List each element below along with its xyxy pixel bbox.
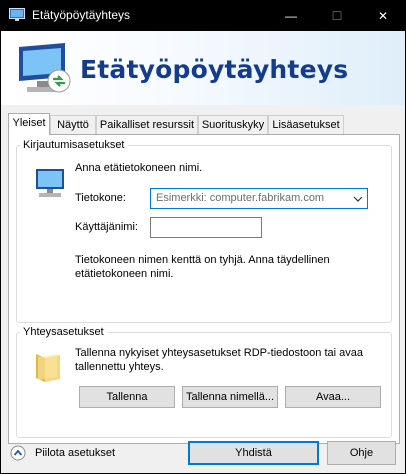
tab-naytto[interactable]: Näyttö bbox=[50, 115, 96, 134]
login-settings-group: Kirjautumisasetukset Anna etätietokoneen… bbox=[16, 139, 392, 323]
tab-panel-yleiset: Kirjautumisasetukset Anna etätietokoneen… bbox=[8, 134, 400, 444]
close-button[interactable]: ✕ bbox=[360, 0, 406, 31]
tab-yleiset[interactable]: Yleiset bbox=[8, 113, 50, 135]
tab-suorituskyky[interactable]: Suorituskyky bbox=[198, 115, 268, 134]
username-input[interactable] bbox=[150, 217, 262, 238]
maximize-button[interactable]: ☐ bbox=[314, 0, 360, 31]
username-label: Käyttäjänimi: bbox=[75, 221, 138, 233]
computer-input-placeholder: Esimerkki: computer.fabrikam.com bbox=[156, 192, 325, 204]
minimize-icon: — bbox=[285, 8, 297, 23]
computer-name-hint: Tietokoneen nimen kenttä on tyhjä. Anna … bbox=[75, 254, 330, 280]
save-button[interactable]: Tallenna bbox=[79, 386, 175, 408]
computer-icon bbox=[36, 169, 64, 197]
connection-description: Tallenna nykyiset yhteysasetukset RDP-ti… bbox=[75, 347, 363, 373]
maximize-icon: ☐ bbox=[331, 8, 343, 23]
close-icon: ✕ bbox=[377, 8, 389, 23]
open-button[interactable]: Avaa... bbox=[285, 386, 381, 408]
help-button[interactable]: Ohje bbox=[327, 441, 396, 465]
collapse-options-icon[interactable] bbox=[10, 445, 26, 461]
banner-title: Etätyöpöytäyhteys bbox=[80, 55, 349, 84]
banner: Etätyöpöytäyhteys bbox=[1, 31, 405, 105]
window-body: Etätyöpöytäyhteys Yleiset Näyttö Paikall… bbox=[1, 31, 405, 473]
login-settings-legend: Kirjautumisasetukset bbox=[23, 139, 125, 151]
connection-settings-legend: Yhteysasetukset bbox=[23, 326, 104, 338]
tab-paikalliset-resurssit[interactable]: Paikalliset resurssit bbox=[96, 115, 198, 134]
remote-desktop-icon bbox=[19, 43, 71, 93]
computer-label: Tietokone: bbox=[75, 192, 126, 204]
save-as-button[interactable]: Tallenna nimellä... bbox=[182, 386, 278, 408]
folder-icon bbox=[36, 354, 60, 382]
chevron-down-icon[interactable] bbox=[353, 194, 363, 204]
connection-settings-group: Yhteysasetukset Tallenna nykyiset yhteys… bbox=[16, 326, 392, 438]
title-bar: Etätyöpöytäyhteys — ☐ ✕ bbox=[0, 0, 406, 31]
window-title: Etätyöpöytäyhteys bbox=[32, 8, 131, 22]
computer-combobox[interactable]: Esimerkki: computer.fabrikam.com bbox=[150, 188, 368, 209]
remote-desktop-app-icon bbox=[9, 8, 25, 21]
hide-options-link[interactable]: Piilota asetukset bbox=[35, 447, 115, 459]
tab-lisaasetukset[interactable]: Lisäasetukset bbox=[268, 115, 344, 134]
login-intro: Anna etätietokoneen nimi. bbox=[75, 162, 203, 174]
connect-button[interactable]: Yhdistä bbox=[188, 441, 319, 465]
minimize-button[interactable]: — bbox=[268, 0, 314, 31]
